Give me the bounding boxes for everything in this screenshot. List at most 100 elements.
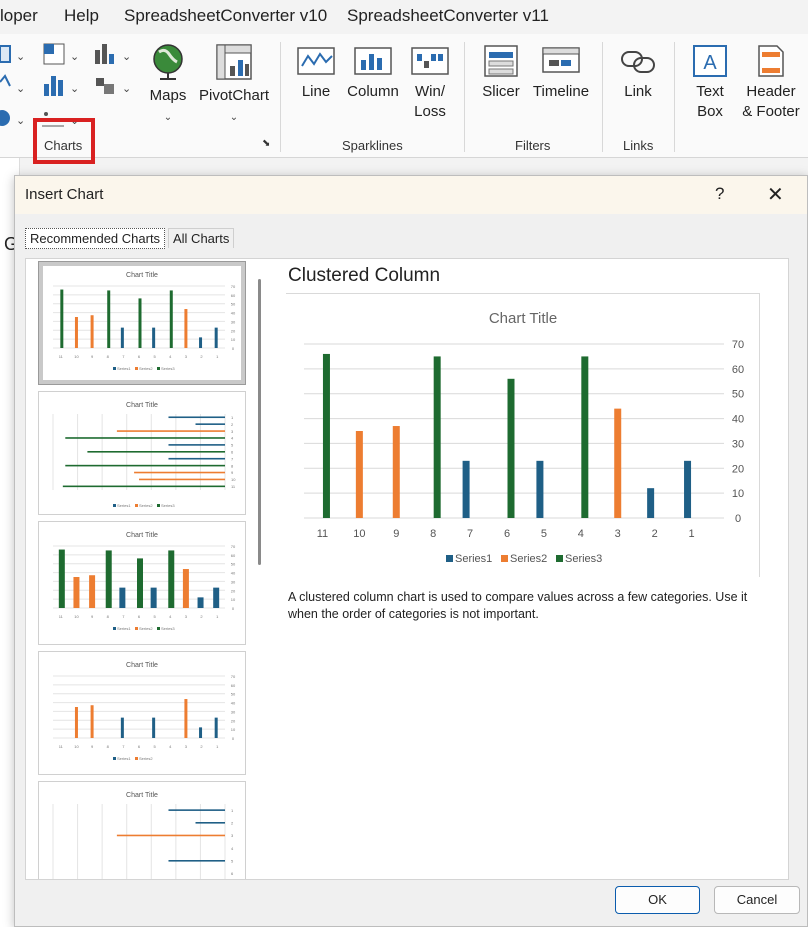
thumb-legend-swatch (135, 627, 138, 630)
thumb-legend-swatch (113, 504, 116, 507)
x-tick-label: 3 (615, 528, 621, 540)
clustered-column-chart: Chart Title 0 10 20 30 40 50 60 70 11 10 9 8 7 6 5 4 3 2 1 S… (304, 310, 744, 565)
thumb-x-tick: 7 (122, 354, 125, 359)
thumbnail-clustered-column[interactable]: Chart Title 0 10 20 30 40 50 60 70 11 10 9 8 7 6 5 4 3 2 1… (38, 261, 246, 385)
thumb-legend-entry: Series1 (117, 756, 131, 761)
thumbnail-column-2[interactable]: Chart Title 0 10 20 30 40 50 60 70 11 10 9 8 7 6 5 4 3 2 1… (38, 521, 246, 645)
thumb-y-tick: 0 (232, 606, 235, 611)
thumb-x-tick: 5 (154, 614, 157, 619)
thumb-y-tick: 40 (231, 571, 236, 576)
bar-series1-7 (462, 460, 470, 518)
sparkline-line-icon (297, 47, 335, 75)
chart-pane: Chart Title 0 10 20 30 40 50 60 70 11 10 9 8 7 6 5 4 3 2 1… (25, 258, 789, 880)
chart-preview: Clustered Column Chart Title 0 10 20 30 40 50 6… (280, 259, 788, 879)
thumb-x-tick: 5 (154, 744, 157, 749)
recommended-thumbnails: Chart Title 0 10 20 30 40 50 60 70 11 10 9 8 7 6 5 4 3 2 1… (38, 259, 258, 879)
header-footer-button[interactable]: Header & Footer (738, 44, 804, 122)
thumb-y-tick: 60 (231, 683, 236, 688)
x-tick-label: 5 (541, 528, 547, 540)
thumb-x-tick: 3 (185, 614, 188, 619)
maps-button[interactable]: Maps ⌄ (146, 42, 190, 128)
thumb-x-tick: 4 (169, 354, 172, 359)
thumb-bar (58, 549, 65, 608)
thumb-x-tick: 9 (91, 744, 94, 749)
thumb-legend-entry: Series2 (139, 366, 153, 371)
tab-all-charts[interactable]: All Charts (168, 228, 235, 248)
svg-text:⌄: ⌄ (122, 83, 131, 95)
thumb-y-tick: 30 (231, 579, 236, 584)
thumb-legend-swatch (157, 504, 160, 507)
textbox-label-line1: Text (696, 83, 724, 100)
x-tick-label: 8 (430, 528, 436, 540)
bar-series2-10 (355, 431, 363, 518)
thumb-y-tick: 7 (231, 456, 234, 461)
thumb-y-tick: 0 (232, 736, 235, 741)
textbox-button[interactable]: A Text Box (686, 44, 734, 122)
pivotchart-button[interactable]: PivotChart ⌄ (198, 42, 270, 128)
thumb-y-tick: 11 (231, 484, 236, 489)
thumb-x-tick: 11 (59, 614, 64, 619)
legend-swatch (501, 555, 508, 562)
x-tick-label: 2 (652, 528, 658, 540)
thumb-x-tick: 9 (91, 354, 94, 359)
globe-icon (153, 44, 183, 80)
svg-text:A: A (703, 52, 717, 74)
thumbnail-scrollbar[interactable] (258, 279, 261, 565)
thumb-legend-swatch (157, 367, 160, 370)
thumb-y-tick: 10 (231, 337, 236, 342)
thumb-x-tick: 6 (138, 354, 141, 359)
thumb-x-tick: 11 (59, 354, 64, 359)
legend-swatch (556, 555, 563, 562)
thumb-y-tick: 5 (231, 859, 234, 864)
thumbnail-column-3[interactable]: Chart Title 0 10 20 30 40 50 60 70 11 10 9 8 7 6 5 4 3 2 1… (38, 651, 246, 775)
help-button[interactable]: ? (715, 184, 724, 204)
preview-chart-area: Chart Title 0 10 20 30 40 50 60 70 11 10 9 8 7 6 5 4 3 2 1 S… (286, 293, 760, 577)
pivotchart-label: PivotChart (198, 87, 270, 104)
y-tick-label: 40 (732, 414, 744, 426)
thumb-legend-entry: Series3 (161, 366, 175, 371)
sparkline-line-button[interactable]: Line (294, 44, 338, 102)
link-button[interactable]: Link (616, 44, 660, 102)
thumb-legend-swatch (135, 757, 138, 760)
thumbnail-bar-2[interactable]: Chart Title 1 2 3 4 5 6 (38, 781, 246, 879)
close-button[interactable]: ✕ (767, 182, 784, 207)
cancel-button[interactable]: Cancel (714, 886, 800, 914)
thumb-bar (150, 587, 157, 608)
thumbnail-clustered-bar[interactable]: Chart Title 1 2 3 4 5 6 7 8 9 10 11 Series1 Series2 S… (38, 391, 246, 515)
thumbnail-chart: 0 10 20 30 40 50 60 70 11 10 9 8 7 6 5 4 3 2 1 Series1 Serie… (53, 544, 236, 631)
thumb-y-tick: 2 (231, 422, 234, 427)
thumb-y-tick: 70 (231, 284, 236, 289)
thumb-x-tick: 8 (107, 354, 110, 359)
link-label: Link (624, 83, 652, 100)
menu-spreadsheetconverter-v11[interactable]: SpreadsheetConverter v11 (347, 6, 549, 26)
thumb-y-tick: 4 (231, 436, 234, 441)
thumbnail-chart: 0 10 20 30 40 50 60 70 11 10 9 8 7 6 5 4 3 2 1 Series1 Serie… (53, 284, 236, 371)
svg-text:⌄: ⌄ (16, 83, 25, 95)
sparkline-column-button[interactable]: Column (344, 44, 402, 102)
charts-dialog-launcher-icon[interactable]: ⬊ (262, 138, 270, 149)
menu-help[interactable]: Help (64, 6, 99, 26)
legend-entry: Series1 (455, 553, 492, 565)
sparkline-winloss-button[interactable]: Win/ Loss (408, 44, 452, 122)
insert-chart-dialog: Insert Chart ? ✕ Recommended Charts All … (14, 175, 808, 927)
slicer-button[interactable]: Slicer (478, 44, 524, 102)
timeline-button[interactable]: Timeline (530, 44, 592, 102)
legend-entry: Series3 (565, 553, 602, 565)
thumb-bar (168, 860, 225, 862)
thumb-bar (73, 577, 80, 608)
thumb-bar (168, 416, 225, 419)
menu-spreadsheetconverter-v10[interactable]: SpreadsheetConverter v10 (124, 6, 327, 26)
ok-button[interactable]: OK (615, 886, 700, 914)
thumb-bar (105, 550, 112, 608)
slicer-icon (484, 45, 518, 77)
thumb-y-tick: 3 (231, 833, 234, 838)
y-tick-label: 70 (732, 339, 744, 351)
tab-recommended-charts[interactable]: Recommended Charts (25, 228, 166, 249)
thumb-bar (137, 558, 143, 608)
menu-developer[interactable]: loper (0, 6, 38, 26)
thumb-y-tick: 70 (231, 544, 236, 549)
thumb-bar (169, 290, 173, 348)
thumb-x-tick: 3 (185, 354, 188, 359)
thumb-y-tick: 40 (231, 311, 236, 316)
thumb-x-tick: 10 (74, 614, 79, 619)
